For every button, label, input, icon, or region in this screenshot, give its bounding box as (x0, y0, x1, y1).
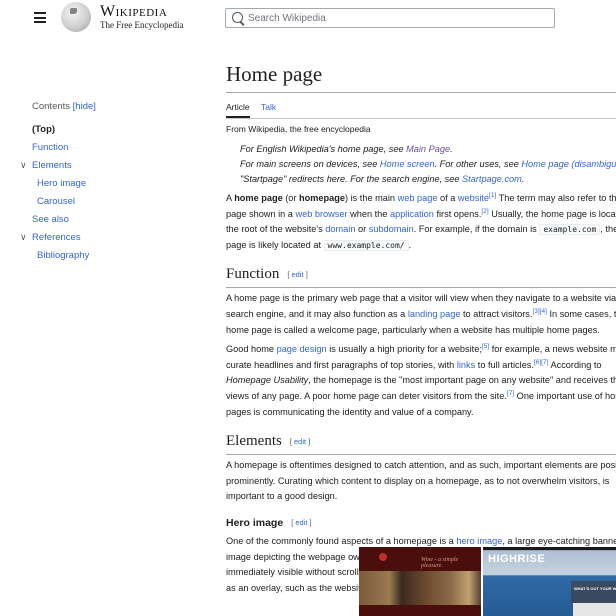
link-home-screen[interactable]: Home screen (380, 159, 435, 169)
section-heading-hero-image: Hero image[ edit ] (226, 516, 312, 529)
toc-title: Contents [hide] (32, 101, 96, 112)
toc-item-elements[interactable]: ∨ Elements (20, 160, 96, 178)
intro-paragraph: A home page (or homepage) is the main we… (226, 192, 616, 251)
search-box[interactable] (225, 8, 555, 28)
image-gallery: Wine - a simple pleasure. HIGHRISE WHAT'… (359, 547, 616, 616)
wikipedia-globe-icon[interactable] (61, 2, 91, 32)
image-caption-text: Wine - a simple pleasure. (421, 557, 459, 569)
paragraph: A home page is the primary web page that… (226, 293, 616, 335)
edit-link[interactable]: edit (295, 518, 307, 527)
edit-section: [ edit ] (291, 517, 312, 527)
toc-item-top[interactable]: (Top) (20, 124, 96, 142)
image-building (573, 603, 616, 616)
toc-item-bibliography[interactable]: Bibliography (20, 250, 96, 268)
search-icon[interactable] (232, 12, 243, 23)
logo-dot (379, 553, 387, 561)
link-hero-image[interactable]: hero image (456, 536, 502, 546)
paragraph: A homepage is oftentimes designed to cat… (226, 460, 616, 502)
tab-talk[interactable]: Talk (261, 100, 276, 114)
edit-link[interactable]: edit (294, 437, 306, 446)
hatnote: "Startpage" redirects here. For the sear… (240, 174, 525, 184)
toc-item-carousel[interactable]: Carousel (20, 196, 96, 214)
chevron-down-icon[interactable]: ∨ (20, 231, 27, 243)
hatnote: For main screens on devices, see Home sc… (240, 157, 616, 172)
code-example-url: www.example.com/ (323, 239, 409, 251)
hatnotes: For English Wikipedia's home page, see M… (226, 142, 616, 187)
edit-section: [ edit ] (289, 437, 311, 447)
link-website[interactable]: website (458, 193, 489, 203)
link-application[interactable]: application (390, 209, 434, 219)
link-main-page[interactable]: Main Page (406, 144, 450, 154)
site-tagline: From Wikipedia, the free encyclopedia (226, 124, 371, 134)
gallery-image-highrise[interactable]: HIGHRISE WHAT'S OUT YOUR WINDOW (483, 547, 616, 616)
hamburger-menu-icon[interactable] (34, 12, 46, 23)
toc-hide-link[interactable]: [hide] (73, 101, 96, 112)
code-example-domain: example.com (539, 224, 601, 236)
hatnote: For English Wikipedia's home page, see M… (240, 144, 453, 154)
link-web-browser[interactable]: web browser (295, 209, 347, 219)
edit-section: [ edit ] (287, 270, 308, 280)
article-content: Home page Article Talk From Wikipedia, t… (226, 60, 616, 596)
link-page-design[interactable]: page design (277, 344, 327, 354)
link-subdomain[interactable]: subdomain (369, 224, 414, 234)
paragraph: Good home page design is usually a high … (226, 343, 616, 417)
section-heading-function: Function[ edit ] (226, 263, 616, 289)
tab-article[interactable]: Article (226, 100, 250, 118)
link-web-page[interactable]: web page (398, 193, 438, 203)
toc-item-hero-image[interactable]: Hero image (20, 178, 96, 196)
citation[interactable]: [6][7] (534, 359, 548, 366)
page-title: Home page (226, 60, 616, 93)
link-links[interactable]: links (457, 360, 475, 370)
wikipedia-wordmark[interactable]: Wikipedia The Free Encyclopedia (100, 3, 183, 30)
chevron-down-icon[interactable]: ∨ (20, 159, 27, 171)
gallery-image-wine[interactable]: Wine - a simple pleasure. (359, 547, 483, 616)
citation[interactable]: [2] (481, 208, 488, 215)
image-brand-text: HIGHRISE (488, 553, 546, 565)
link-domain[interactable]: domain (325, 224, 355, 234)
link-home-page-disambiguation[interactable]: Home page (disambiguation) (521, 159, 616, 169)
section-heading-elements: Elements[ edit ] (226, 430, 616, 456)
image-overlay-box: WHAT'S OUT YOUR WINDOW (571, 581, 616, 603)
citation[interactable]: [3][4] (532, 308, 546, 315)
search-input[interactable] (248, 11, 548, 25)
edit-link[interactable]: edit (292, 270, 304, 279)
link-startpage[interactable]: Startpage.com (462, 174, 522, 184)
image-photo-strip (359, 571, 481, 605)
table-of-contents: Contents [hide] (Top) Function ∨ Element… (20, 101, 96, 268)
article-tabs: Article Talk (226, 100, 616, 119)
link-landing-page[interactable]: landing page (408, 309, 461, 319)
toc-item-references[interactable]: ∨ References (20, 232, 96, 250)
wordmark-tagline: The Free Encyclopedia (100, 20, 184, 30)
toc-item-function[interactable]: Function (20, 142, 96, 160)
wordmark-title: Wikipedia (100, 3, 168, 20)
toc-item-see-also[interactable]: See also (20, 214, 96, 232)
